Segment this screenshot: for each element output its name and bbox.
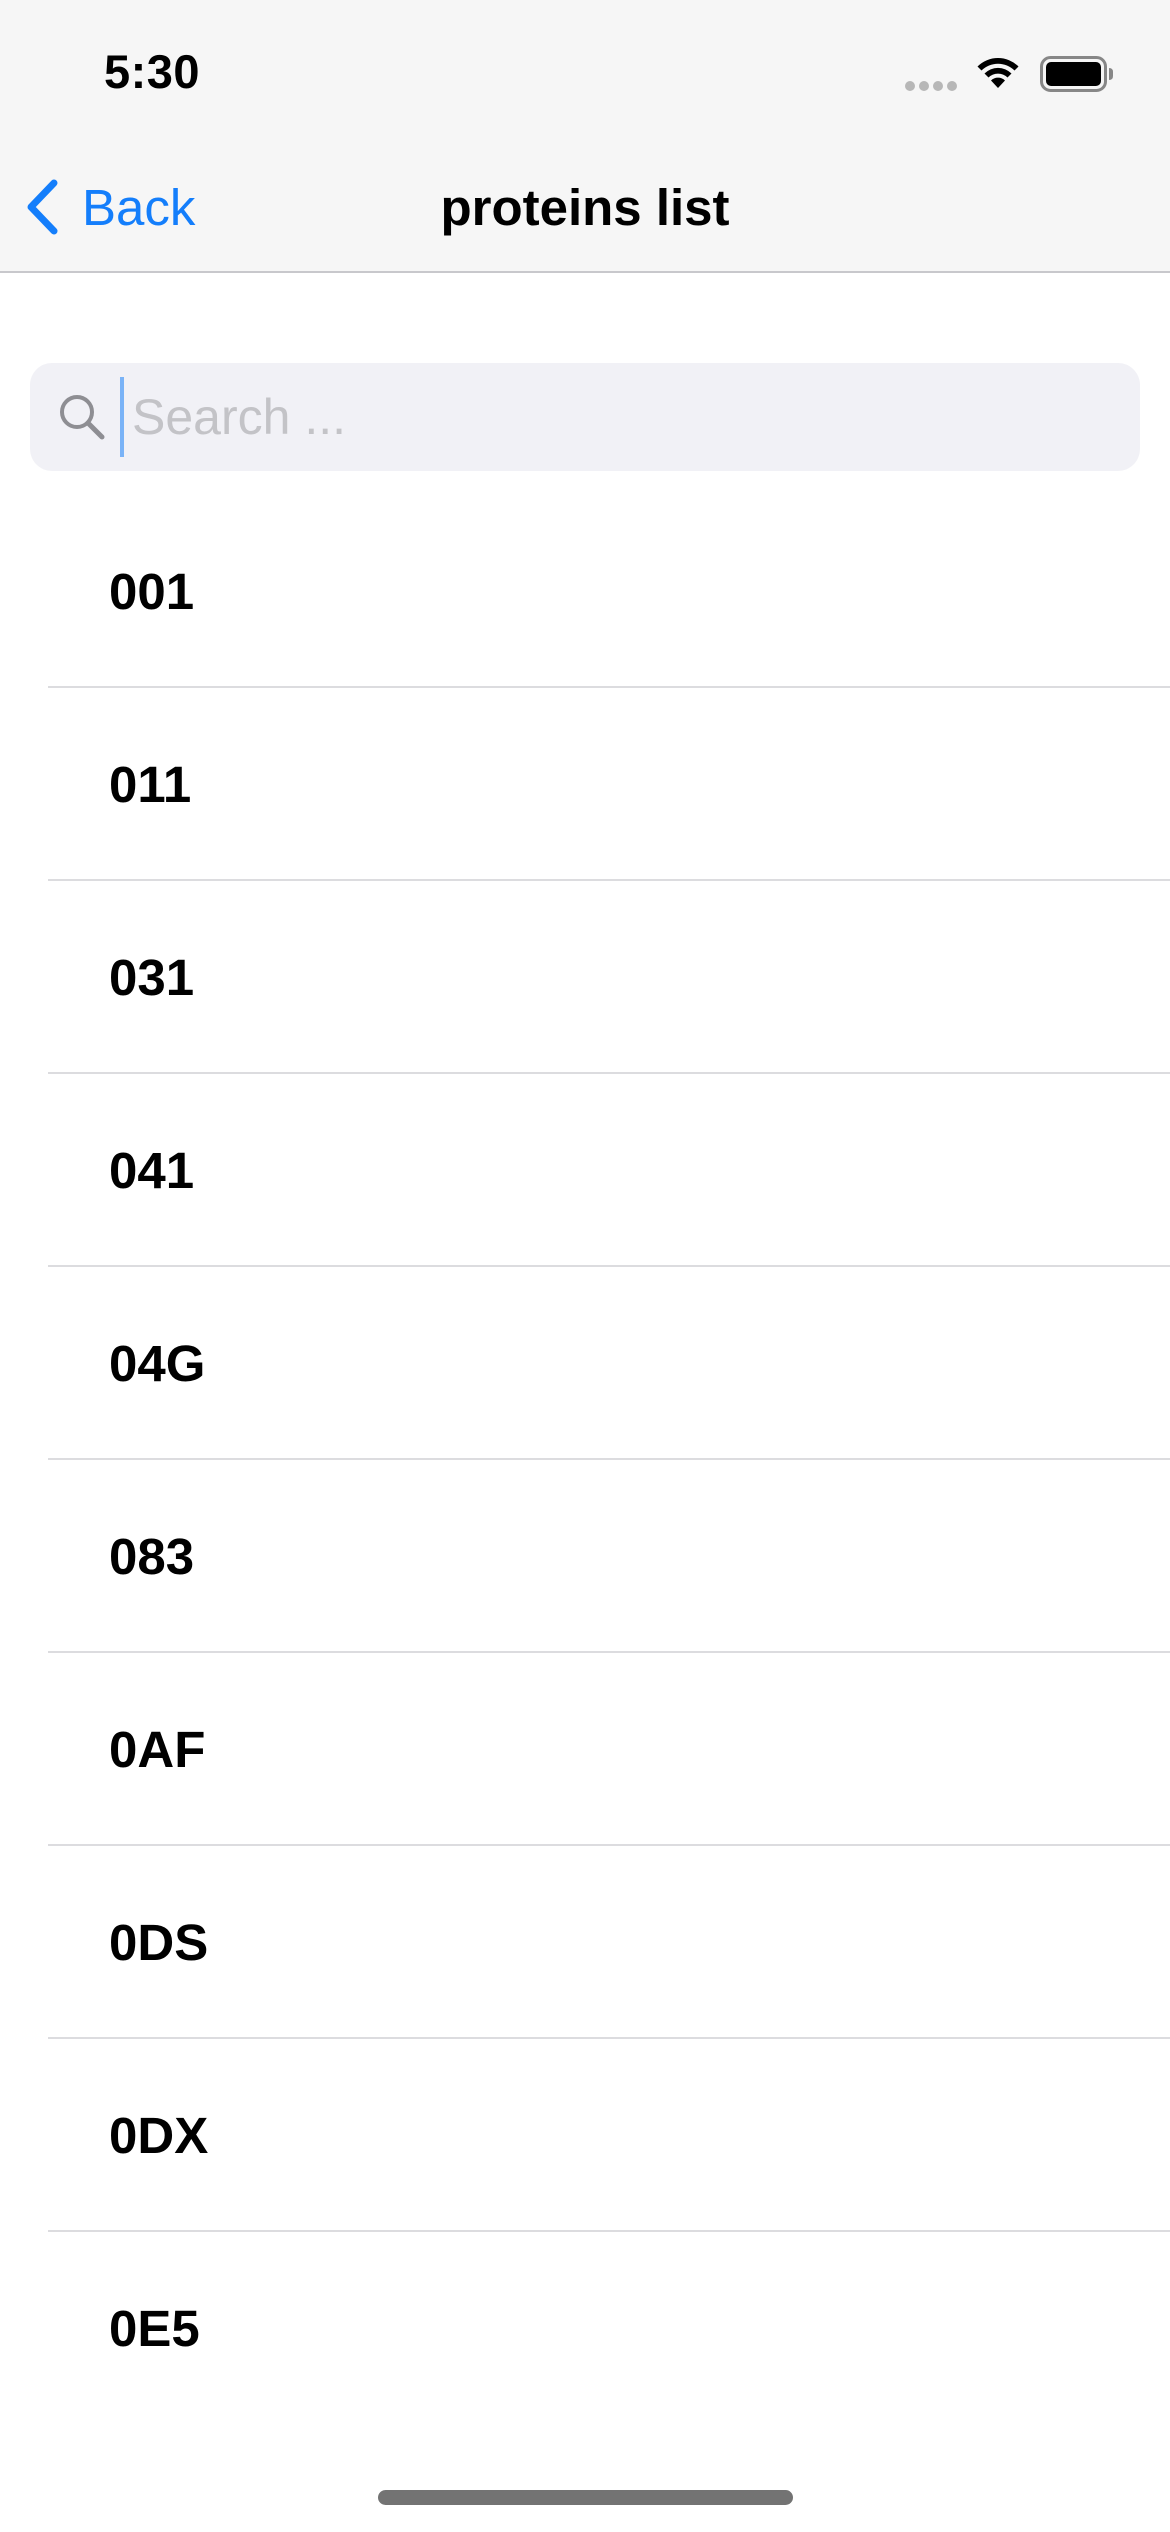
list-item-label: 04G — [109, 1335, 206, 1392]
search-icon — [60, 395, 105, 440]
list-item-label: 031 — [109, 949, 195, 1006]
battery-icon — [1040, 56, 1113, 92]
list-item[interactable]: 001 — [0, 495, 1170, 688]
wifi-icon — [977, 58, 1019, 88]
cellular-signal-icon — [905, 81, 957, 91]
list-item[interactable]: 0DS — [0, 1846, 1170, 2039]
status-time: 5:30 — [104, 45, 201, 98]
list-item[interactable]: 04G — [0, 1267, 1170, 1460]
list-item[interactable]: 011 — [0, 688, 1170, 881]
list-item-label: 001 — [109, 563, 195, 620]
list-item-label: 0DX — [109, 2107, 209, 2164]
home-indicator[interactable] — [378, 2490, 793, 2505]
list-item[interactable]: 031 — [0, 881, 1170, 1074]
list-item-label: 041 — [109, 1142, 195, 1199]
proteins-list: 001 011 031 041 04G 083 0AF 0DS 0DX 0E5 — [0, 495, 1170, 2425]
list-item[interactable]: 083 — [0, 1460, 1170, 1653]
search-bar[interactable] — [30, 363, 1140, 471]
list-item-label: 0E5 — [109, 2300, 200, 2357]
list-item[interactable]: 041 — [0, 1074, 1170, 1267]
navigation-header: 5:30 Back proteins list — [0, 0, 1170, 273]
list-item[interactable]: 0E5 — [0, 2232, 1170, 2425]
list-item[interactable]: 0AF — [0, 1653, 1170, 1846]
list-item-label: 011 — [109, 756, 192, 813]
list-item-label: 083 — [109, 1528, 195, 1585]
list-item-label: 0AF — [109, 1721, 206, 1778]
page-title: proteins list — [440, 179, 730, 236]
list-item[interactable]: 0DX — [0, 2039, 1170, 2232]
search-input[interactable] — [120, 377, 1092, 457]
list-item-label: 0DS — [109, 1914, 209, 1971]
